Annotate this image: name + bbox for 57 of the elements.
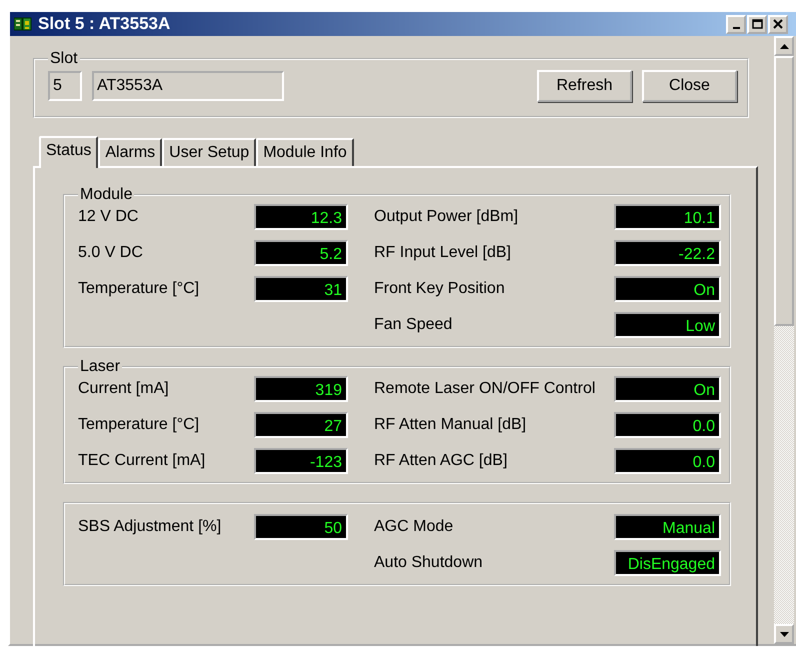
group-label: Module [79,186,134,204]
up-arrow-icon [780,44,788,48]
refresh-button[interactable]: Refresh [537,70,632,102]
window-title: Slot 5 : AT3553A [38,14,172,34]
minimize-button[interactable] [726,14,746,34]
value-display: -22.2 [614,240,721,266]
group-label: Slot [49,50,79,68]
value-display: Manual [614,514,721,540]
value-display: 5.2 [254,240,348,266]
group-label: Laser [79,358,122,376]
maximize-icon [752,19,762,29]
field-label: RF Atten AGC [dB] [373,452,508,470]
field-label: Front Key Position [373,280,506,298]
value-display: 12.3 [254,204,348,230]
field-label: Auto Shutdown [373,554,484,572]
value-display: On [614,376,721,402]
value-display: -123 [254,448,348,474]
value-display: 31 [254,276,348,302]
value-display: 319 [254,376,348,402]
value-display: 10.1 [614,204,721,230]
scroll-thumb[interactable] [774,56,794,326]
value-display: 27 [254,412,348,438]
value-display: DisEngaged [614,550,721,576]
value-display: 0.0 [614,412,721,438]
field-label: RF Atten Manual [dB] [373,416,528,434]
value-display: 0.0 [614,448,721,474]
value-display: On [614,276,721,302]
field-label: AGC Mode [373,518,454,536]
circuit-board-icon [14,16,32,32]
tab[interactable]: Alarms [98,138,162,166]
tab[interactable]: Status [39,136,98,168]
field-label: Current [mA] [78,380,170,398]
field-label: 12 V DC [78,208,140,226]
model-field[interactable]: AT3553A [92,71,284,101]
scrollbar[interactable] [774,36,794,644]
close-dialog-button[interactable]: Close [642,70,737,102]
field-label: Fan Speed [373,316,454,334]
minimize-icon [732,26,740,28]
close-icon [773,19,783,29]
field-label: 5.0 V DC [78,244,144,262]
field-label: Remote Laser ON/OFF Control [373,380,596,398]
maximize-button[interactable] [747,14,767,34]
slot-number-field[interactable]: 5 [48,71,82,101]
field-label: Temperature [°C] [78,416,200,434]
value-display: Low [614,312,721,338]
field-label: Temperature [°C] [78,280,200,298]
field-label: RF Input Level [dB] [373,244,512,262]
field-label: TEC Current [mA] [78,452,206,470]
scroll-down-button[interactable] [774,624,794,644]
field-label: Output Power [dBm] [373,208,520,226]
value-display: 50 [254,514,348,540]
down-arrow-icon [780,632,788,636]
tab[interactable]: Module Info [256,138,354,166]
field-label: SBS Adjustment [%] [78,518,222,536]
scroll-up-button[interactable] [774,36,794,56]
tab[interactable]: User Setup [162,138,256,166]
close-button[interactable] [768,14,788,34]
